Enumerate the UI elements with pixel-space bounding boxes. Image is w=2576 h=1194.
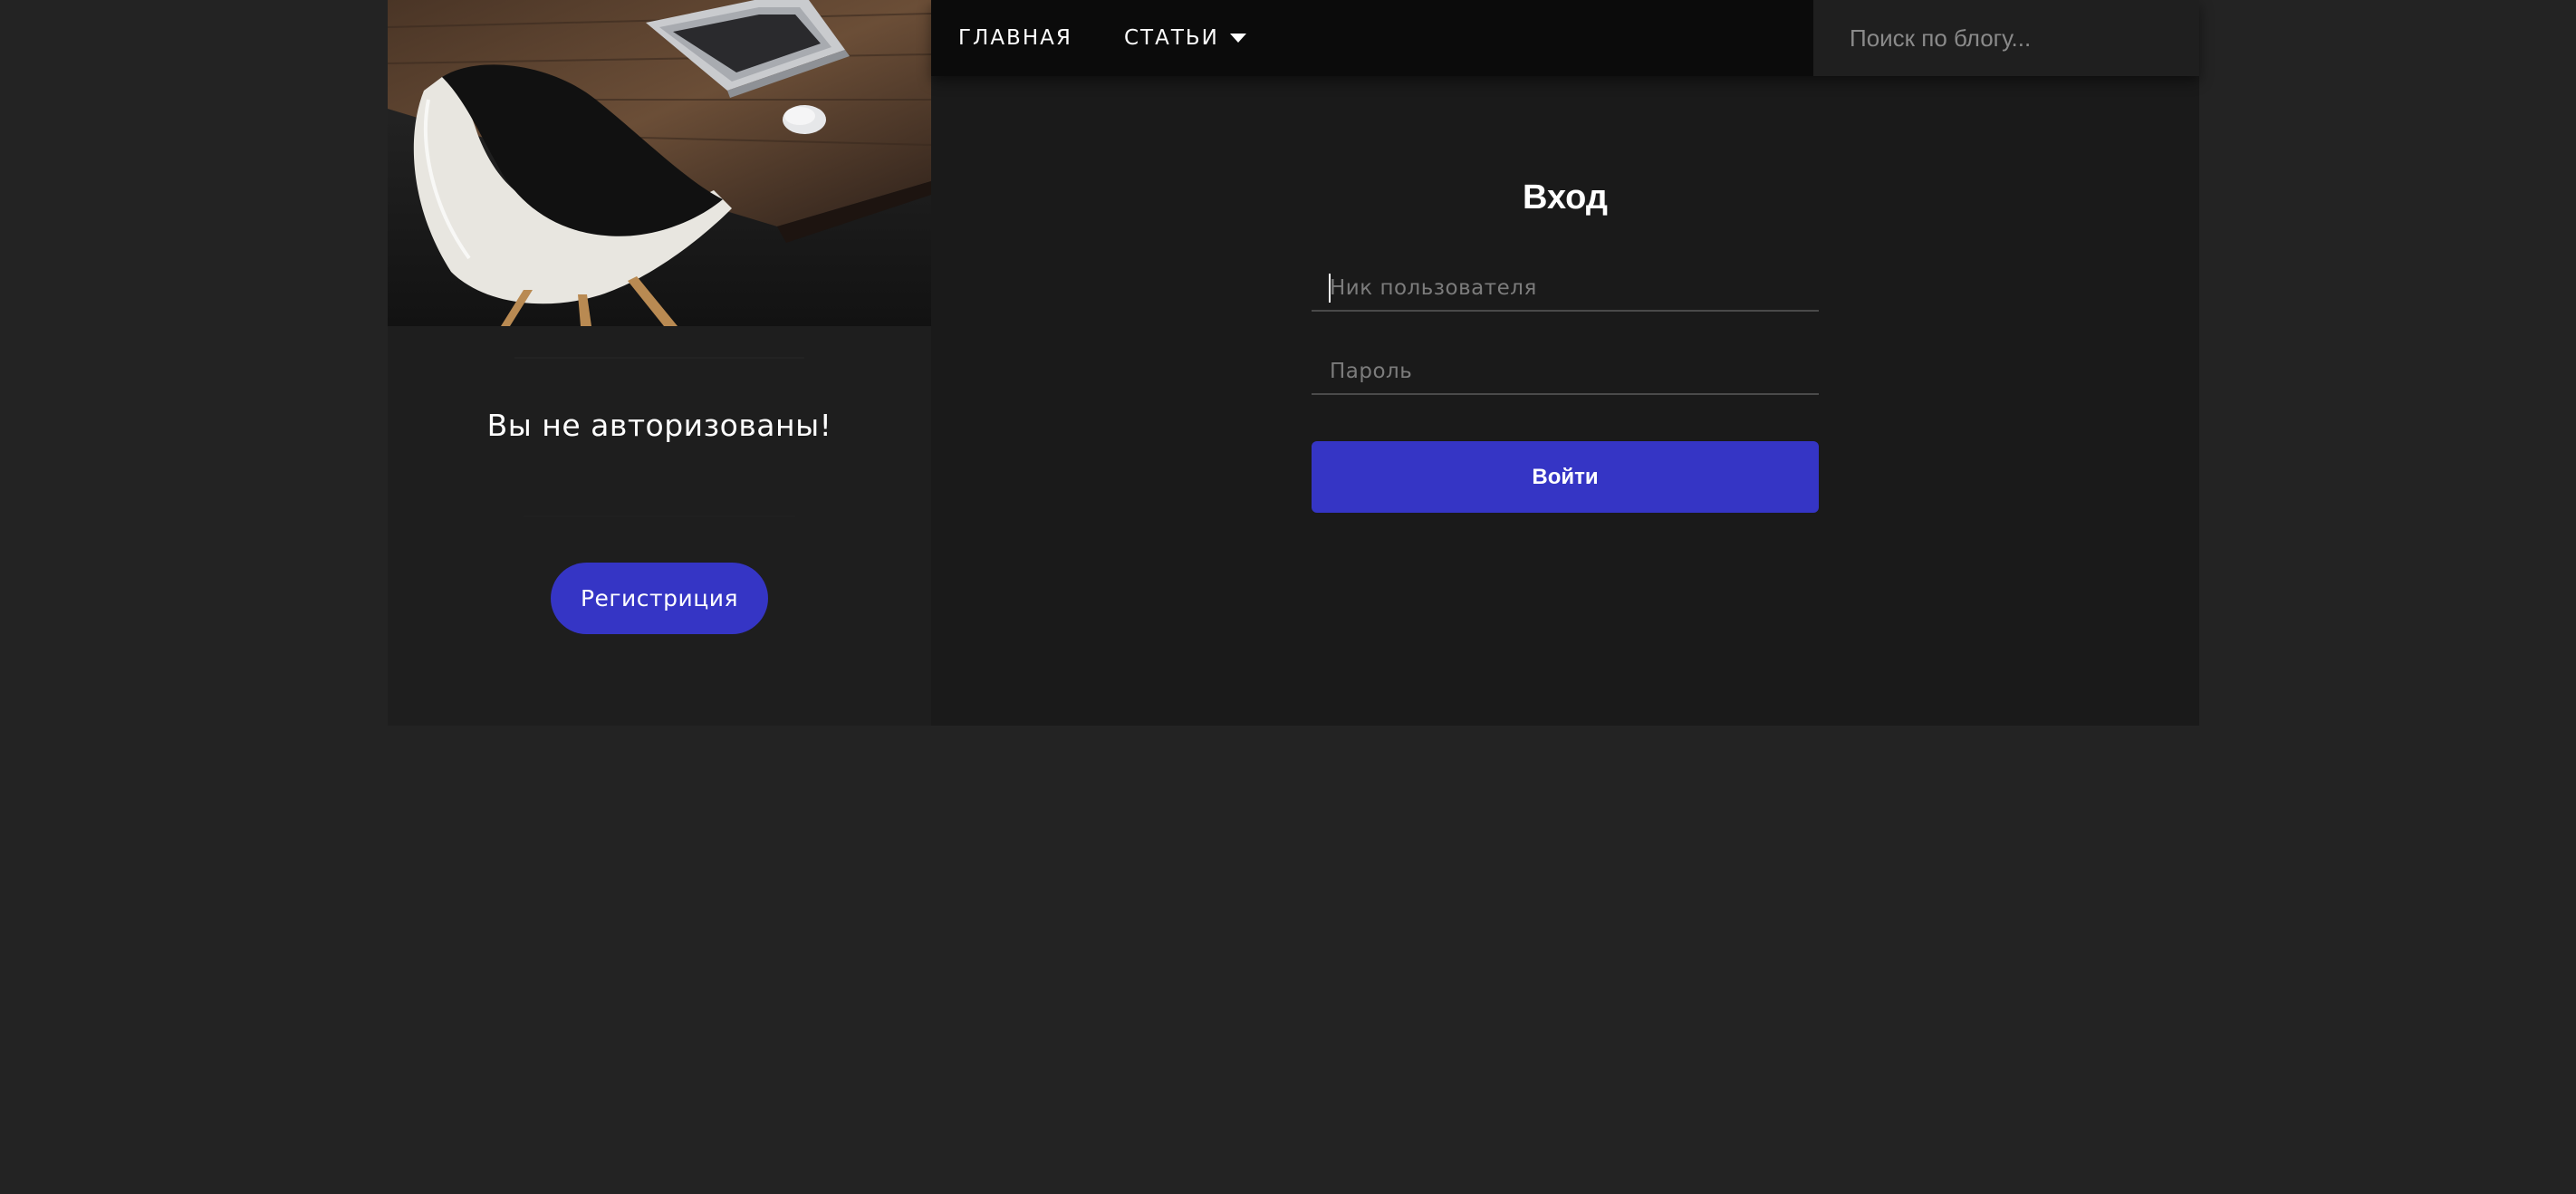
caret-down-icon bbox=[1229, 34, 1246, 43]
sidebar: Вы не авторизованы! Регистриция bbox=[388, 0, 931, 726]
page-container: Вы не авторизованы! Регистриция ГЛАВНАЯ … bbox=[388, 0, 2199, 726]
nav-home-label: ГЛАВНАЯ bbox=[958, 26, 1072, 50]
username-field[interactable] bbox=[1312, 266, 1819, 312]
nav-articles-dropdown[interactable]: СТАТЬИ bbox=[1124, 0, 1246, 76]
login-title: Вход bbox=[1523, 178, 1608, 217]
login-submit-button[interactable]: Войти bbox=[1312, 441, 1819, 513]
nav-home-link[interactable]: ГЛАВНАЯ bbox=[958, 0, 1072, 76]
hero-image bbox=[388, 0, 931, 326]
password-field[interactable] bbox=[1312, 350, 1819, 395]
top-navbar: ГЛАВНАЯ СТАТЬИ bbox=[931, 0, 2199, 76]
search-input[interactable] bbox=[1813, 0, 2199, 76]
register-button[interactable]: Регистриция bbox=[551, 563, 768, 634]
nav-articles-label: СТАТЬИ bbox=[1124, 26, 1219, 50]
not-authorized-message: Вы не авторизованы! bbox=[486, 408, 832, 443]
sidebar-divider-bottom bbox=[524, 515, 795, 517]
text-cursor bbox=[1329, 274, 1331, 303]
sidebar-divider-top bbox=[514, 357, 804, 359]
